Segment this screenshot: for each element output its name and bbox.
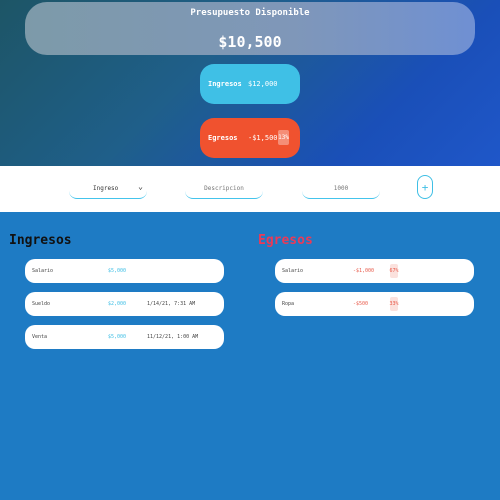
type-select[interactable]: Ingreso ⌄ <box>69 179 147 199</box>
item-value: -$500 <box>353 301 369 307</box>
income-summary-label: Ingresos <box>208 80 242 88</box>
add-button[interactable]: + <box>417 175 433 199</box>
expense-summary-label: Egresos <box>208 134 238 142</box>
budget-value: $10,500 <box>218 33 282 51</box>
list-item[interactable]: Sueldo $2,000 1/14/21, 7:31 AM <box>25 292 224 316</box>
expense-summary-value: -$1,500 <box>248 134 278 142</box>
item-description: Salario <box>282 268 304 274</box>
expense-summary-percentage: 13% <box>278 130 289 145</box>
list-item[interactable]: Salario $5,000 <box>25 259 224 283</box>
item-value: $5,000 <box>108 334 127 340</box>
chevron-down-icon: ⌄ <box>138 182 143 191</box>
item-percentage: 67% <box>389 264 399 278</box>
item-description: Venta <box>32 334 48 340</box>
type-select-value: Ingreso <box>93 185 119 192</box>
description-input[interactable] <box>185 179 263 199</box>
income-summary: Ingresos $12,000 <box>200 64 300 104</box>
item-value: -$1,000 <box>353 268 375 274</box>
budget-title: Presupuesto Disponible <box>190 8 310 18</box>
item-description: Ropa <box>282 301 295 307</box>
list-item[interactable]: Salario -$1,000 67% <box>275 259 474 283</box>
expense-summary: Egresos -$1,500 13% <box>200 118 300 158</box>
item-value: $2,000 <box>108 301 127 307</box>
list-item[interactable]: Venta $5,000 11/12/21, 1:00 AM <box>25 325 224 349</box>
expense-list-title: Egresos <box>258 233 313 248</box>
income-summary-value: $12,000 <box>248 80 278 88</box>
list-item[interactable]: Ropa -$500 33% <box>275 292 474 316</box>
item-description: Sueldo <box>32 301 51 307</box>
item-percentage: 33% <box>389 297 399 311</box>
budget-card: Presupuesto Disponible $10,500 <box>25 2 475 55</box>
amount-input[interactable] <box>302 179 380 199</box>
item-date: 1/14/21, 7:31 AM <box>147 301 196 307</box>
income-list-title: Ingresos <box>9 233 72 248</box>
item-value: $5,000 <box>108 268 127 274</box>
item-date: 11/12/21, 1:00 AM <box>147 334 199 340</box>
item-description: Salario <box>32 268 54 274</box>
